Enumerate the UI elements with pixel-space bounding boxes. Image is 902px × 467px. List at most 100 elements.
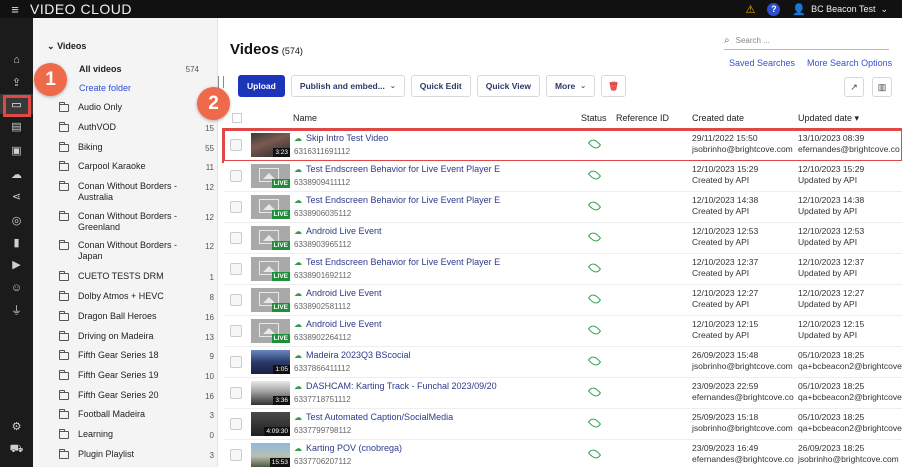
plugin-icon[interactable]: ⏚ [0,300,33,320]
folder-item[interactable]: Dragon Ball Heroes 16 [59,311,214,329]
video-name-link[interactable]: ☁ Test Automated Caption/SocialMedia [294,412,453,422]
audience-icon[interactable]: ☺ [0,278,33,298]
video-thumbnail[interactable]: 4:09:30 [251,412,290,436]
folder-item[interactable]: Fifth Gear Series 19 10 [59,370,214,388]
video-name-link[interactable]: ☁ Karting POV (cnobrega) [294,443,402,453]
video-name-link[interactable]: ☁ Skip Intro Test Video [294,133,388,143]
video-name-link[interactable]: ☁ Test Endscreen Behavior for Live Event … [294,257,500,267]
folder-item[interactable]: Fifth Gear Series 18 9 [59,350,214,368]
table-row[interactable]: LIVE ☁ Android Live Event 6338903965112 12/1… [224,223,902,254]
row-checkbox[interactable] [230,356,242,368]
folder-item[interactable]: Audio Only2 [59,102,214,120]
video-name-link[interactable]: ☁ Android Live Event [294,288,382,298]
column-created-date[interactable]: Created date [692,113,744,123]
folder-item[interactable]: Conan Without Borders - Australia 12 [59,181,214,205]
status-active-icon [589,388,600,396]
video-thumbnail[interactable]: LIVE [251,226,290,250]
columns-icon[interactable]: ▥ [872,77,892,97]
videos-heading[interactable]: ⌄ Videos [47,41,86,52]
video-name-link[interactable]: ☁ Test Endscreen Behavior for Live Event … [294,164,500,174]
video-thumbnail[interactable]: LIVE [251,257,290,281]
video-name-link[interactable]: ☁ DASHCAM: Karting Track - Funchal 2023/0… [294,381,497,391]
more-button[interactable]: More ⌄ [545,75,596,97]
video-thumbnail[interactable]: 1:05 [251,350,290,374]
folder-item[interactable]: Biking 55 [59,142,214,160]
folder-item[interactable]: Carpool Karaoke 11 [59,161,214,179]
row-checkbox[interactable] [230,170,242,182]
upload-button[interactable]: Upload [238,75,285,97]
folder-item[interactable]: Football Madeira 3 [59,409,214,427]
table-row[interactable]: LIVE ☁ Android Live Event 6338902264112 12/1… [224,316,902,347]
user-menu[interactable]: 👤 BC Beacon Test ⌄ [792,3,888,16]
folder-item[interactable]: CUETO TESTS DRM 1 [59,271,214,289]
table-row[interactable]: 1:05 ☁ Madeira 2023Q3 BScocial 633786641111… [224,347,902,378]
home-icon[interactable]: ⌂ [0,50,33,70]
video-thumbnail[interactable]: LIVE [251,195,290,219]
live-icon[interactable]: ▣ [0,140,33,160]
all-videos-item[interactable]: All videos [79,64,122,74]
table-row[interactable]: LIVE ☁ Test Endscreen Behavior for Live Ev… [224,254,902,285]
upload-icon[interactable]: ⇪ [0,72,33,92]
quick-view-button[interactable]: Quick View [476,75,540,97]
quick-edit-button[interactable]: Quick Edit [410,75,471,97]
table-row[interactable]: 4:09:30 ☁ Test Automated Caption/SocialMed… [224,409,902,440]
row-checkbox[interactable] [230,418,242,430]
folder-item[interactable]: Dolby Atmos + HEVC 8 [59,291,214,309]
table-row[interactable]: LIVE ☁ Android Live Event 6338902581112 12/1… [224,285,902,316]
select-all-checkbox[interactable] [232,113,242,123]
row-checkbox[interactable] [230,294,242,306]
chevron-down-icon: ⌄ [880,3,888,14]
help-icon[interactable]: ? [767,2,781,16]
table-row[interactable]: 3:36 ☁ DASHCAM: Karting Track - Funchal 20… [224,378,902,409]
more-search-options-link[interactable]: More Search Options [807,58,892,68]
folder-item[interactable]: Plugin Playlist 3 [59,449,214,467]
table-row[interactable]: 15:53 ☁ Karting POV (cnobrega) 633770620711… [224,440,902,467]
social-icon[interactable]: ◎ [0,210,33,230]
analytics-icon[interactable]: ▮ [0,232,33,252]
player-icon[interactable]: ▶ [0,254,33,274]
cart-icon[interactable]: ⛟ [0,440,33,460]
column-updated-date[interactable]: Updated date ▾ [798,113,859,124]
share-icon[interactable]: ⋖ [0,186,33,206]
folder-item[interactable]: Fifth Gear Series 20 16 [59,390,214,408]
video-thumbnail[interactable]: LIVE [251,164,290,188]
cloud-icon[interactable]: ☁ [0,164,33,184]
menu-icon[interactable]: ≡ [0,2,30,17]
column-reference-id[interactable]: Reference ID [616,113,669,123]
column-status[interactable]: Status [581,113,607,123]
table-row[interactable]: 3:23 ☁ Skip Intro Test Video 6316311691112 2… [222,128,902,163]
video-thumbnail[interactable]: LIVE [251,319,290,343]
playlist-icon[interactable]: ▤ [0,116,33,136]
column-name[interactable]: Name [293,113,317,123]
video-thumbnail[interactable]: LIVE [251,288,290,312]
row-checkbox[interactable] [230,201,242,213]
external-link-icon[interactable]: ↗ [844,77,864,97]
row-checkbox[interactable] [230,232,242,244]
gear-icon[interactable]: ⚙ [0,416,33,436]
folder-item[interactable]: Conan Without Borders - Greenland 12 [59,211,214,235]
video-name-link[interactable]: ☁ Test Endscreen Behavior for Live Event … [294,195,500,205]
table-row[interactable]: LIVE ☁ Test Endscreen Behavior for Live Ev… [224,192,902,223]
folder-item[interactable]: AuthVOD 15 [59,122,214,140]
search-input[interactable]: ⌕ Search ... [724,32,889,50]
row-checkbox[interactable] [230,387,242,399]
warning-icon[interactable]: ⚠ [746,3,756,16]
video-thumbnail[interactable]: 3:23 [251,133,290,157]
create-folder-link[interactable]: Create folder [79,83,131,93]
publish-embed-button[interactable]: Publish and embed... ⌄ [290,75,405,97]
row-checkbox[interactable] [230,449,242,461]
video-name-link[interactable]: ☁ Android Live Event [294,226,382,236]
video-thumbnail[interactable]: 15:53 [251,443,290,467]
video-name-link[interactable]: ☁ Android Live Event [294,319,382,329]
table-row[interactable]: LIVE ☁ Test Endscreen Behavior for Live Ev… [224,161,902,192]
video-thumbnail[interactable]: 3:36 [251,381,290,405]
row-checkbox[interactable] [230,263,242,275]
video-name-link[interactable]: ☁ Madeira 2023Q3 BScocial [294,350,411,360]
row-checkbox[interactable] [230,325,242,337]
folder-item[interactable]: Learning 0 [59,429,214,447]
folder-item[interactable]: Conan Without Borders - Japan 12 [59,240,214,264]
row-checkbox[interactable] [230,139,242,151]
trash-icon[interactable]: 🗑 [601,75,626,97]
saved-searches-link[interactable]: Saved Searches [729,58,795,68]
folder-item[interactable]: Driving on Madeira 13 [59,331,214,349]
